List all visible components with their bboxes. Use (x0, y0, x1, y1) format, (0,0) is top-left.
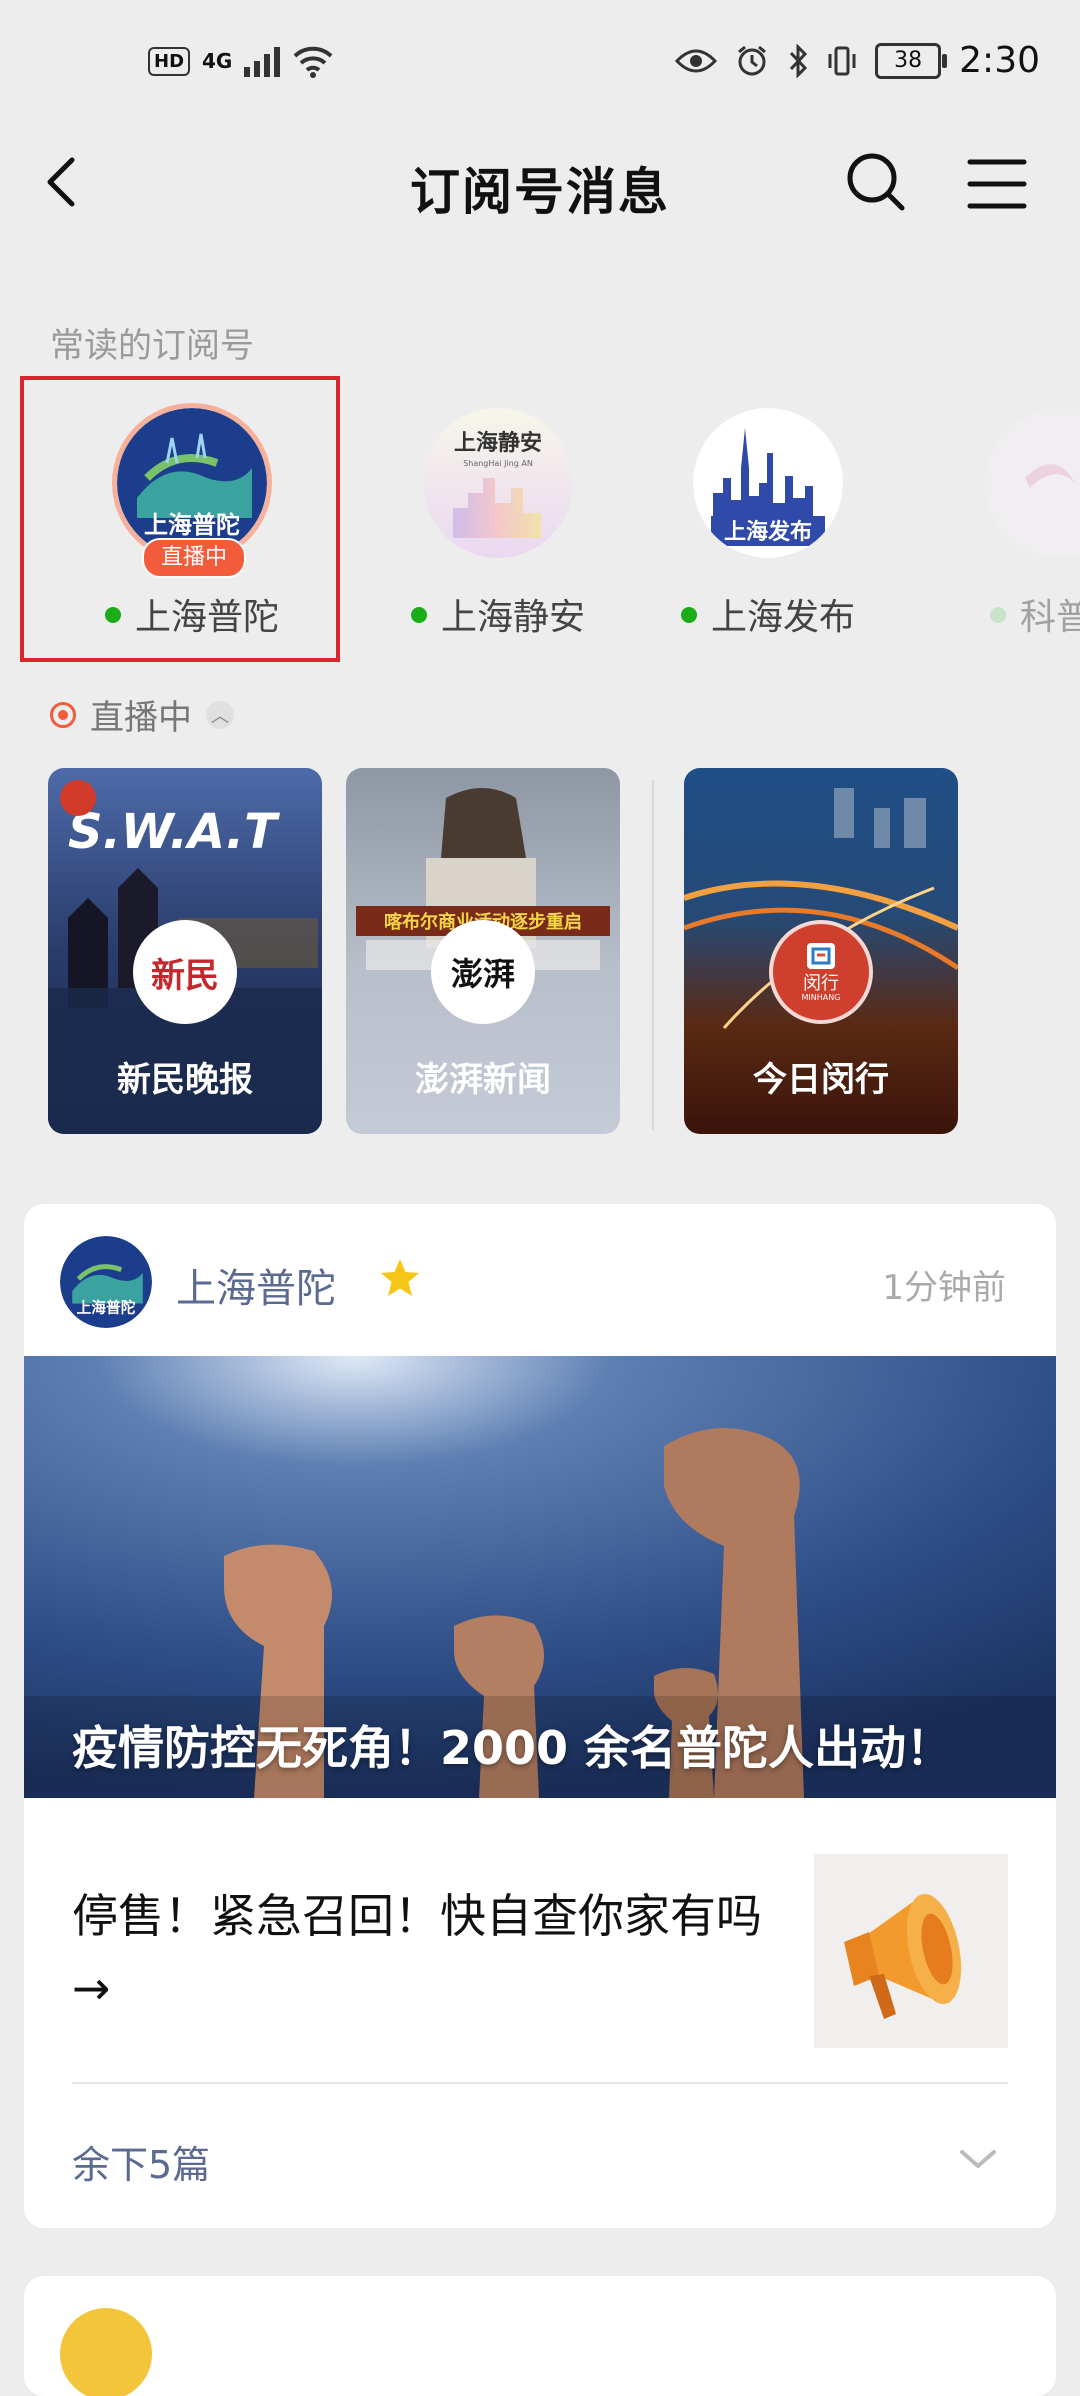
message-card: 上海普陀 上海普陀 1分钟前 疫情防控无死角！2000 余名普陀人出动！ 停售！… (24, 1204, 1056, 2228)
avatar: 上海发布 (693, 408, 843, 558)
frequent-label: 常读的订阅号 (50, 326, 254, 366)
vibrate-icon (828, 46, 856, 75)
menu-icon[interactable] (966, 156, 1028, 212)
divider (72, 2082, 1008, 2084)
avatar-logo-text: 上海普陀 (77, 1299, 136, 1317)
alarm-icon (738, 45, 767, 75)
highlight-frame (20, 376, 340, 662)
status-right: 38 2:30 (675, 40, 1040, 81)
status-time: 2:30 (959, 40, 1040, 81)
avatar: 上海静安 ShangHai Jing AN (423, 408, 573, 558)
message-time: 1分钟前 (882, 1268, 1006, 1308)
live-card-name: 今日闵行 (753, 1060, 889, 1100)
page-title: 订阅号消息 (410, 163, 670, 221)
minhang-emblem-icon (806, 943, 835, 969)
battery-icon: 38 (875, 42, 948, 79)
sub-article-title[interactable]: 停售！紧急召回！快自查你家有吗 → (72, 1880, 772, 2024)
live-label: 直播中 (90, 698, 192, 738)
status-left: HD 4G (148, 44, 334, 78)
search-icon[interactable] (844, 150, 908, 214)
divider (652, 780, 654, 1130)
account-avatar[interactable]: 上海普陀 (60, 1236, 152, 1328)
online-dot (990, 607, 1006, 623)
live-card-minhang[interactable]: 闵行 MINHANG 今日闵行 (684, 768, 958, 1134)
jingan-logo-sub: ShangHai Jing AN (463, 459, 533, 468)
navbar: 订阅号消息 (0, 130, 1080, 240)
message-card-next (24, 2276, 1056, 2396)
pengpai-logo: 澎湃 (431, 920, 535, 1024)
swat-text: S.W.A.T (68, 804, 280, 860)
minhang-logo: 闵行 MINHANG (769, 920, 873, 1024)
online-dot (680, 607, 697, 623)
frequent-item-kepu[interactable]: 科普 (960, 388, 1080, 658)
chevron-up-icon[interactable]: ︿ (206, 700, 234, 729)
chevron-down-icon[interactable] (958, 2144, 998, 2174)
live-card-name: 新民晚报 (117, 1060, 253, 1100)
fabu-logo-text: 上海发布 (724, 519, 812, 545)
eye-icon (675, 49, 718, 72)
status-bar: HD 4G 38 2:30 (0, 0, 1080, 130)
frequent-name: 上海发布 (638, 588, 898, 640)
account-avatar[interactable] (60, 2308, 152, 2396)
live-record-icon (50, 701, 76, 728)
megaphone-thumbnail[interactable] (814, 1854, 1008, 2048)
star-icon (381, 1259, 419, 1296)
signal-icon (244, 45, 281, 77)
network-type: 4G (202, 49, 233, 73)
wifi-icon (293, 46, 333, 78)
remaining-articles[interactable]: 余下5篇 (72, 2134, 210, 2189)
hd-badge: HD (148, 46, 191, 76)
live-section-header[interactable]: 直播中 ︿ (50, 690, 234, 739)
online-dot (410, 607, 427, 623)
frequent-name: 科普 (990, 588, 1080, 640)
live-card-pengpai[interactable]: 喀布尔商业活动逐步重启 澎湃 澎湃新闻 (346, 768, 620, 1134)
live-card-name: 澎湃新闻 (415, 1060, 551, 1100)
account-name[interactable]: 上海普陀 (176, 1256, 336, 1314)
frequent-item-shfabu[interactable]: 上海发布 上海发布 (638, 388, 898, 658)
xinmin-logo: 新民 (133, 920, 237, 1024)
frequent-item-jingan[interactable]: 上海静安 ShangHai Jing AN 上海静安 (368, 388, 628, 658)
article-headline[interactable]: 疫情防控无死角！2000 余名普陀人出动！ (72, 1712, 952, 1778)
avatar (985, 408, 1080, 558)
frequent-name: 上海静安 (368, 588, 628, 640)
bluetooth-icon (790, 43, 808, 78)
jingan-logo-text: 上海静安 (454, 430, 542, 456)
live-card-xinmin[interactable]: S.W.A.T 新民 新民晚报 (48, 768, 322, 1134)
